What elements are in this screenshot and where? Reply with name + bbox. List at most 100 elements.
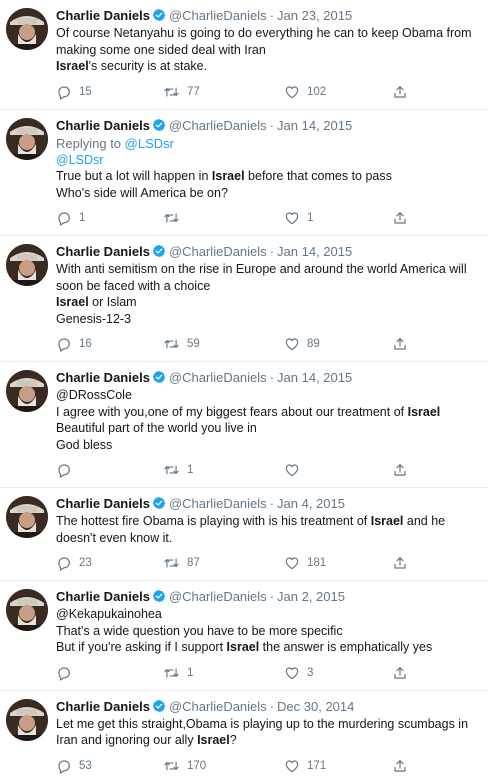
- retweet-arrows-icon: [164, 86, 179, 97]
- tweet-text-line: doesn't even know it.: [56, 530, 480, 547]
- like-button[interactable]: 3: [284, 664, 313, 682]
- reply-button[interactable]: 15: [56, 83, 92, 101]
- retweet-button[interactable]: 1: [163, 664, 193, 682]
- tweet-date[interactable]: Jan 2, 2015: [277, 589, 345, 604]
- tweet[interactable]: Charlie Daniels @CharlieDaniels · Jan 14, 2…: [0, 110, 488, 236]
- tweet-text-line: That's a wide question you have to be mo…: [56, 623, 480, 640]
- tweet-date[interactable]: Jan 14, 2015: [277, 118, 352, 133]
- like-button[interactable]: [284, 461, 307, 479]
- like-count: 3: [307, 666, 314, 679]
- text-segment: But if you're asking if I support: [56, 640, 227, 654]
- retweet-count: 1: [187, 464, 194, 476]
- reply-button[interactable]: 1: [56, 209, 85, 227]
- heart-outline-icon: [285, 759, 299, 772]
- author-handle[interactable]: @CharlieDaniels: [169, 118, 267, 133]
- text-segment: Of course Netanyahu is going to do every…: [56, 26, 472, 40]
- retweet-arrows-icon: [164, 760, 179, 771]
- mention-link[interactable]: @LSDsr: [56, 153, 103, 167]
- tweet-text-line: Israel or Islam: [56, 294, 480, 311]
- heart-outline-icon: [285, 212, 299, 225]
- like-count: 1: [307, 212, 314, 224]
- reply-button[interactable]: [56, 461, 79, 479]
- like-button[interactable]: 102: [284, 83, 326, 101]
- author-handle[interactable]: @CharlieDaniels: [169, 496, 267, 511]
- text-segment: before that comes to pass: [244, 169, 392, 183]
- tweet-text-line: Beautiful part of the world you live in: [56, 420, 480, 437]
- text-segment: and he: [403, 514, 446, 528]
- tweet[interactable]: Charlie Daniels @CharlieDaniels · Jan 14, 2…: [0, 236, 488, 362]
- avatar[interactable]: [6, 117, 48, 160]
- tweet[interactable]: Charlie Daniels @CharlieDaniels · Dec 30, 2…: [0, 691, 488, 783]
- retweet-count: 59: [187, 338, 200, 350]
- reply-button[interactable]: 53: [56, 757, 92, 775]
- retweet-count: 1: [187, 666, 194, 679]
- tweet-date[interactable]: Dec 30, 2014: [277, 699, 354, 714]
- retweet-button[interactable]: 77: [163, 83, 200, 101]
- retweet-button[interactable]: 59: [163, 335, 200, 353]
- like-count: 171: [307, 759, 327, 772]
- reply-count: 23: [79, 557, 92, 569]
- author-handle[interactable]: @CharlieDaniels: [169, 589, 267, 604]
- share-button[interactable]: [392, 554, 408, 572]
- highlighted-keyword: Israel: [407, 404, 441, 419]
- author-handle[interactable]: @CharlieDaniels: [169, 8, 267, 23]
- author-handle[interactable]: @CharlieDaniels: [169, 370, 267, 385]
- text-segment: Genesis-12-3: [56, 311, 132, 326]
- text-segment: Beautiful part of the world you live in: [56, 421, 257, 435]
- avatar-image: [6, 496, 48, 538]
- author-name[interactable]: Charlie Daniels: [56, 370, 150, 385]
- like-button[interactable]: 1: [284, 209, 313, 227]
- avatar[interactable]: [6, 244, 48, 286]
- avatar[interactable]: [6, 496, 48, 538]
- replying-to-mention[interactable]: @LSDsr: [125, 136, 174, 151]
- like-button[interactable]: 181: [284, 554, 326, 572]
- share-button[interactable]: [392, 757, 408, 775]
- share-button[interactable]: [392, 664, 408, 682]
- avatar[interactable]: [6, 698, 48, 741]
- retweet-button[interactable]: [163, 209, 187, 227]
- author-name[interactable]: Charlie Daniels: [56, 699, 150, 714]
- share-button[interactable]: [392, 335, 408, 353]
- author-name[interactable]: Charlie Daniels: [56, 589, 150, 604]
- author-name[interactable]: Charlie Daniels: [56, 8, 150, 23]
- tweet-date[interactable]: Jan 14, 2015: [277, 370, 352, 385]
- tweet[interactable]: Charlie Daniels @CharlieDaniels · Jan 23, 2…: [0, 0, 488, 110]
- tweet-text-line: making some one sided deal with Iran: [56, 42, 480, 59]
- author-handle[interactable]: @CharlieDaniels: [169, 244, 267, 259]
- retweet-button[interactable]: 170: [163, 757, 206, 775]
- like-button[interactable]: 171: [284, 757, 326, 775]
- retweet-button[interactable]: 87: [163, 554, 200, 572]
- retweet-button[interactable]: 1: [163, 461, 193, 479]
- tweet-text-line: With anti semitism on the rise in Europe…: [56, 261, 480, 278]
- author-name[interactable]: Charlie Daniels: [56, 496, 150, 511]
- speech-bubble-icon: [58, 666, 70, 681]
- author-name[interactable]: Charlie Daniels: [56, 118, 150, 133]
- verified-badge-icon: [152, 496, 166, 510]
- reply-button[interactable]: 16: [56, 335, 92, 353]
- tweet-header: Charlie Daniels @CharlieDaniels · Jan 14, 2…: [56, 116, 480, 135]
- like-button[interactable]: 89: [284, 335, 320, 353]
- tweet-date[interactable]: Jan 4, 2015: [277, 496, 345, 511]
- author-name[interactable]: Charlie Daniels: [56, 244, 150, 259]
- avatar[interactable]: [6, 8, 48, 50]
- tweet[interactable]: Charlie Daniels @CharlieDaniels · Jan 4, 20…: [0, 488, 488, 581]
- tweet-text-line: Genesis-12-3: [56, 311, 480, 328]
- verified-badge-icon: [152, 8, 166, 22]
- author-handle[interactable]: @CharlieDaniels: [169, 699, 267, 714]
- share-button[interactable]: [392, 461, 408, 479]
- reply-button[interactable]: [56, 664, 79, 682]
- avatar[interactable]: [6, 589, 48, 631]
- like-count: 89: [307, 338, 320, 350]
- tweet-date[interactable]: Jan 14, 2015: [277, 244, 352, 259]
- reply-button[interactable]: 23: [56, 554, 92, 572]
- text-segment: ?: [229, 733, 237, 747]
- tweet-date[interactable]: Jan 23, 2015: [277, 8, 352, 23]
- share-button[interactable]: [392, 83, 408, 101]
- tweet[interactable]: Charlie Daniels @CharlieDaniels · Jan 14, 2…: [0, 362, 488, 488]
- avatar[interactable]: [6, 370, 48, 412]
- text-segment: God bless: [56, 437, 113, 452]
- tweet[interactable]: Charlie Daniels @CharlieDaniels · Jan 2, 20…: [0, 581, 488, 691]
- tweet-text-line: Iran and ignoring our ally Israel?: [56, 732, 480, 749]
- replying-to-label: Replying to: [56, 135, 122, 151]
- share-button[interactable]: [392, 209, 408, 227]
